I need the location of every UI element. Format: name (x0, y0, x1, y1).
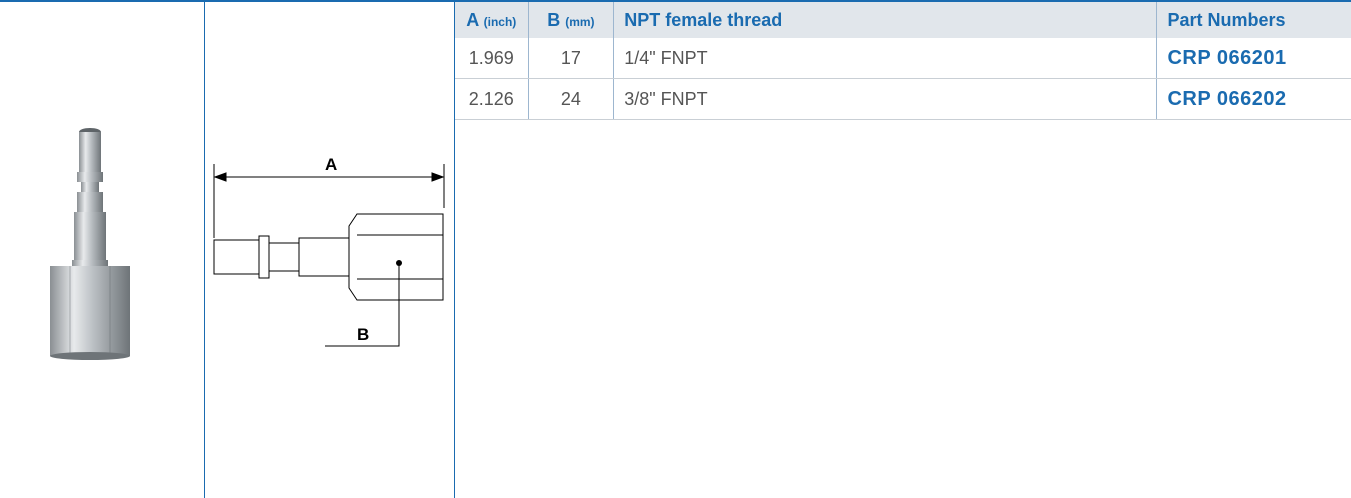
cell-b: 17 (527, 38, 614, 79)
table-header-row: A (inch) B (mm) NPT female thread Part N… (455, 2, 1351, 38)
cell-a: 2.126 (455, 78, 529, 120)
header-thread: NPT female thread (613, 2, 1157, 38)
dimension-b-label: B (357, 325, 369, 344)
table-row: 1.969 17 1/4" FNPT CRP 066201 (455, 38, 1351, 79)
cell-a: 1.969 (455, 38, 529, 79)
technical-drawing: A B (213, 155, 445, 347)
spec-table: A (inch) B (mm) NPT female thread Part N… (455, 2, 1351, 120)
part-number-link[interactable]: CRP 066201 (1156, 38, 1351, 79)
cell-thread: 3/8" FNPT (613, 78, 1157, 120)
product-photo (50, 128, 130, 360)
part-number-link[interactable]: CRP 066202 (1156, 78, 1351, 120)
cell-thread: 1/4" FNPT (613, 38, 1157, 79)
dimension-a-label: A (325, 155, 337, 174)
header-part-numbers: Part Numbers (1156, 2, 1351, 38)
header-b: B (mm) (527, 2, 614, 38)
table-row: 2.126 24 3/8" FNPT CRP 066202 (455, 78, 1351, 120)
cell-b: 24 (527, 78, 614, 120)
header-a: A (inch) (455, 2, 529, 38)
